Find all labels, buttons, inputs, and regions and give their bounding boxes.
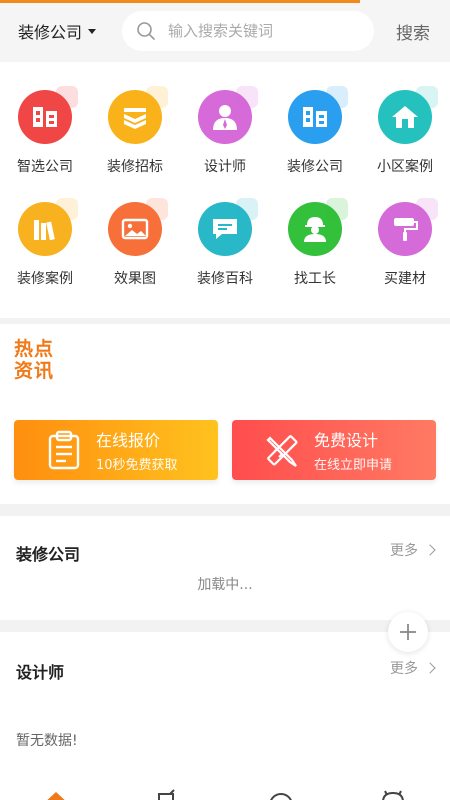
house-icon bbox=[378, 86, 438, 144]
grid-item-label: 效果图 bbox=[114, 271, 156, 287]
grid-item-label: 找工长 bbox=[294, 271, 336, 287]
bottom-tab-bar bbox=[0, 784, 450, 800]
company-section: 装修公司 更多 加载中... bbox=[0, 516, 450, 620]
more-label: 更多 bbox=[390, 543, 418, 559]
user-icon bbox=[382, 790, 404, 800]
loading-text: 加载中... bbox=[197, 577, 253, 593]
grid-item-encyclopedia[interactable]: 装修百科 bbox=[180, 198, 270, 314]
chevron-right-icon bbox=[424, 662, 436, 674]
grid-item-label: 小区案例 bbox=[377, 159, 433, 175]
chevron-right-icon bbox=[424, 544, 436, 556]
image-icon bbox=[108, 198, 168, 256]
designer-section: 设计师 更多 暂无数据! bbox=[0, 632, 450, 800]
category-grid: 智选公司 装修招标 设计师 装修公司 小区案例 装修案例 效果图 装修百科 找工… bbox=[0, 62, 450, 314]
document-icon bbox=[158, 789, 175, 800]
online-quote-subtitle: 10秒免费获取 bbox=[96, 458, 178, 473]
grid-item-community-cases[interactable]: 小区案例 bbox=[360, 86, 450, 202]
online-quote-title: 在线报价 bbox=[96, 431, 161, 450]
person-icon bbox=[198, 86, 258, 144]
search-button[interactable]: 搜索 bbox=[396, 19, 430, 44]
grid-item-renderings[interactable]: 效果图 bbox=[90, 198, 180, 314]
hot-news-logo-line1: 热点 bbox=[14, 338, 55, 360]
grid-item-find-foreman[interactable]: 找工长 bbox=[270, 198, 360, 314]
plus-icon bbox=[400, 624, 416, 640]
grid-item-bidding[interactable]: 装修招标 bbox=[90, 86, 180, 202]
grid-item-renovation-cases[interactable]: 装修案例 bbox=[0, 198, 90, 314]
search-icon bbox=[137, 22, 155, 40]
search-input[interactable] bbox=[168, 22, 358, 40]
grid-item-label: 装修公司 bbox=[287, 159, 343, 175]
free-design-banner[interactable]: 免费设计 在线立即申请 bbox=[232, 420, 436, 480]
category-grid-section: 智选公司 装修招标 设计师 装修公司 小区案例 装修案例 效果图 装修百科 找工… bbox=[0, 62, 450, 318]
search-box[interactable] bbox=[122, 11, 374, 51]
message-icon bbox=[270, 793, 292, 800]
company-more-link[interactable]: 更多 bbox=[390, 540, 436, 560]
designer-more-link[interactable]: 更多 bbox=[390, 658, 436, 678]
tab-home[interactable] bbox=[41, 788, 71, 800]
grid-item-label: 装修招标 bbox=[107, 159, 163, 175]
free-design-subtitle: 在线立即申请 bbox=[314, 458, 393, 473]
books-icon bbox=[18, 198, 78, 256]
building-icon bbox=[18, 86, 78, 144]
designer-section-title: 设计师 bbox=[16, 663, 65, 682]
worker-icon bbox=[288, 198, 348, 256]
grid-item-label: 装修百科 bbox=[197, 271, 253, 287]
grid-item-smart-company[interactable]: 智选公司 bbox=[0, 86, 90, 202]
loading-progress-bar bbox=[0, 0, 360, 3]
paint-roller-icon bbox=[378, 198, 438, 256]
grid-item-label: 装修案例 bbox=[17, 271, 73, 287]
free-design-title: 免费设计 bbox=[314, 431, 379, 450]
more-label: 更多 bbox=[390, 661, 418, 677]
tab-cases[interactable] bbox=[152, 788, 182, 800]
home-icon bbox=[47, 792, 65, 800]
caret-down-icon bbox=[88, 28, 97, 34]
empty-state-text: 暂无数据! bbox=[16, 733, 78, 749]
layers-icon bbox=[108, 86, 168, 144]
building-icon bbox=[288, 86, 348, 144]
hot-news-section: 热点 资讯 在线报价 10秒免费获取 免费设计 在线立即申请 bbox=[0, 318, 450, 504]
category-selector-label: 装修公司 bbox=[18, 23, 83, 42]
chat-icon bbox=[198, 198, 258, 256]
ruler-pencil-icon bbox=[266, 435, 298, 467]
hot-news-logo[interactable]: 热点 资讯 bbox=[14, 338, 54, 382]
grid-item-company[interactable]: 装修公司 bbox=[270, 86, 360, 202]
tab-messages[interactable] bbox=[266, 788, 296, 800]
grid-item-building-materials[interactable]: 买建材 bbox=[360, 198, 450, 314]
grid-item-designer[interactable]: 设计师 bbox=[180, 86, 270, 202]
grid-item-label: 智选公司 bbox=[17, 159, 73, 175]
hot-news-logo-line2: 资讯 bbox=[14, 360, 55, 382]
category-selector[interactable]: 装修公司 bbox=[0, 19, 122, 43]
grid-item-label: 买建材 bbox=[384, 271, 426, 287]
clipboard-icon bbox=[48, 430, 80, 470]
add-button[interactable] bbox=[388, 612, 428, 652]
online-quote-banner[interactable]: 在线报价 10秒免费获取 bbox=[14, 420, 218, 480]
company-section-title: 装修公司 bbox=[16, 545, 81, 564]
grid-item-label: 设计师 bbox=[204, 159, 246, 175]
tab-profile[interactable] bbox=[378, 788, 408, 800]
header: 装修公司 搜索 bbox=[0, 0, 450, 62]
